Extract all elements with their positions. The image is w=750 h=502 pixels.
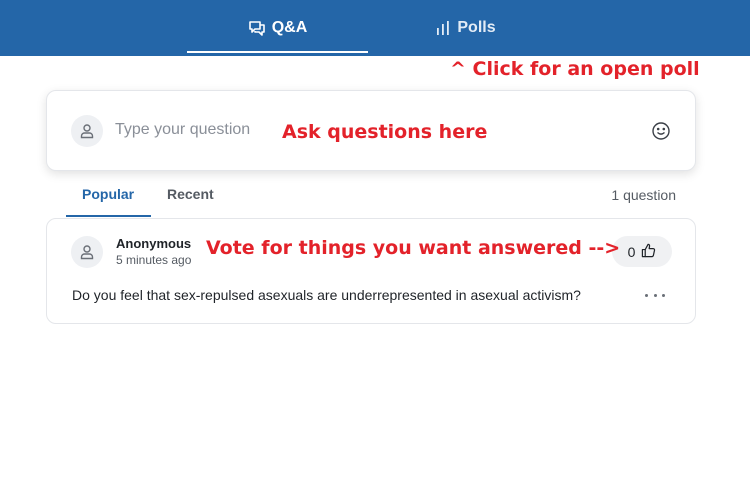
question-card: Anonymous 5 minutes ago 0 Do you feel th… (46, 218, 696, 324)
tab-polls[interactable]: Polls (375, 0, 556, 56)
top-navigation-bar: Q&A Polls (0, 0, 750, 56)
active-filter-indicator (66, 215, 151, 217)
smiley-icon[interactable] (651, 121, 673, 143)
tab-popular[interactable]: Popular (82, 186, 134, 202)
chat-bubbles-icon (248, 19, 266, 37)
question-author: Anonymous (116, 236, 192, 251)
bar-chart-icon (435, 20, 451, 36)
more-options-icon[interactable] (645, 289, 665, 301)
user-icon (71, 115, 103, 147)
question-text: Do you feel that sex-repulsed asexuals a… (72, 287, 581, 303)
question-input[interactable] (115, 121, 285, 139)
question-timestamp: 5 minutes ago (116, 253, 192, 267)
tab-qa[interactable]: Q&A (187, 0, 368, 56)
vote-count: 0 (627, 243, 636, 260)
question-count: 1 question (611, 187, 676, 203)
annotation-open-poll: ^ Click for an open poll (450, 58, 700, 80)
upvote-button[interactable]: 0 (612, 236, 672, 267)
annotation-ask-questions: Ask questions here (282, 121, 488, 143)
thumbs-up-icon (641, 243, 656, 261)
tab-polls-label: Polls (457, 19, 496, 36)
annotation-vote: Vote for things you want answered --> (206, 237, 621, 259)
tab-recent[interactable]: Recent (167, 186, 214, 202)
tab-qa-label: Q&A (271, 19, 308, 36)
active-tab-indicator (187, 51, 368, 53)
user-icon (71, 236, 103, 268)
